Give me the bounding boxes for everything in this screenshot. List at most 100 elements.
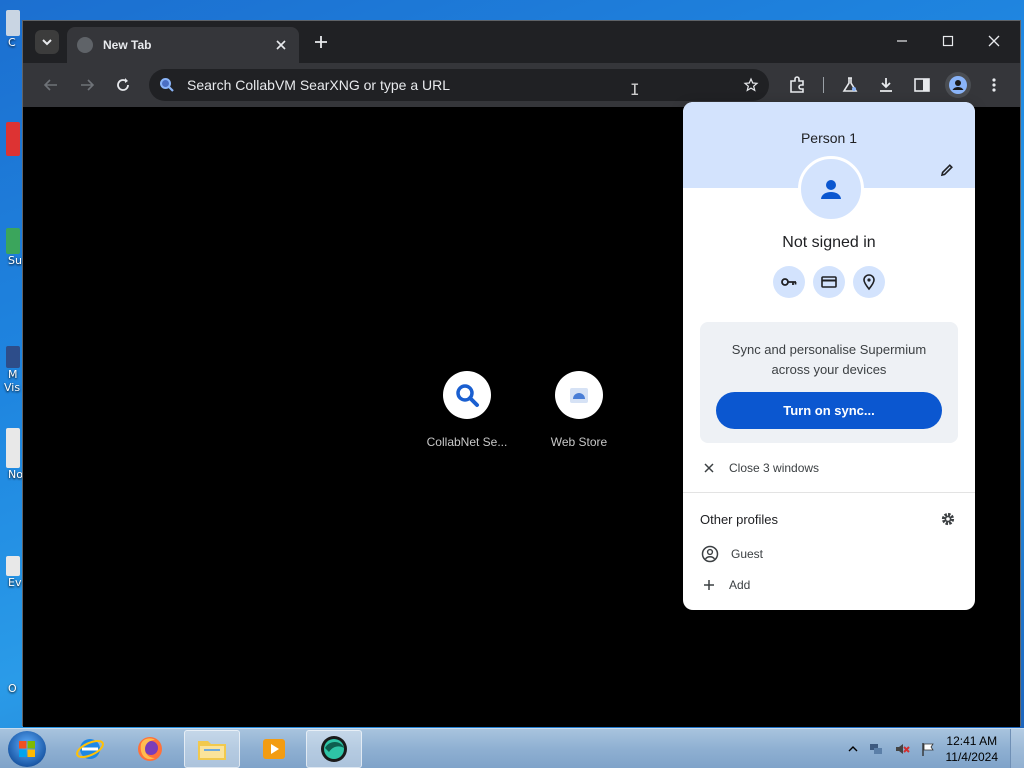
plus-icon [701, 577, 717, 593]
shortcut-label: Web Store [550, 435, 608, 449]
shortcut-label: CollabNet Se... [426, 435, 508, 449]
desktop-icon-5[interactable]: No [0, 428, 23, 481]
reload-icon [117, 78, 129, 91]
search-icon [160, 78, 174, 92]
close-icon [988, 35, 1000, 47]
arrow-right-icon [81, 79, 95, 91]
tab-new-tab[interactable]: New Tab [67, 27, 299, 63]
show-desktop-button[interactable] [1010, 729, 1024, 768]
search-icon [456, 384, 479, 407]
taskbar: 12:41 AM 11/4/2024 [0, 728, 1024, 768]
network-icon[interactable] [868, 741, 884, 757]
sync-promo-card: Sync and personalise Supermium across yo… [700, 322, 958, 443]
passwords-button[interactable] [773, 266, 805, 298]
desktop-label: M [8, 368, 18, 381]
new-tab-button[interactable] [311, 32, 331, 52]
side-panel-button[interactable] [910, 73, 934, 97]
other-profiles-title: Other profiles [700, 512, 779, 527]
plus-icon [315, 36, 327, 48]
downloads-button[interactable] [874, 73, 898, 97]
chevron-down-icon [42, 39, 52, 46]
maximize-button[interactable] [933, 29, 963, 53]
profile-menu: Person 1 Not signed in Sync and personal… [683, 102, 975, 610]
desktop-icon-2[interactable] [0, 122, 22, 156]
edit-profile-button[interactable] [937, 160, 957, 180]
desktop-label: C [8, 36, 16, 49]
desktop-label: Vis [4, 381, 21, 394]
labs-button[interactable] [838, 73, 862, 97]
app-icon [6, 122, 20, 156]
sign-in-status: Not signed in [782, 234, 876, 251]
sync-promo-text: Sync and personalise Supermium across yo… [731, 342, 927, 377]
chevron-up-icon[interactable] [848, 744, 858, 754]
taskbar-firefox[interactable] [122, 730, 178, 768]
address-input[interactable] [187, 77, 743, 93]
close-window-button[interactable] [979, 29, 1009, 53]
profile-avatar [798, 156, 864, 222]
tab-close-button[interactable] [273, 37, 289, 53]
add-label: Add [729, 578, 751, 592]
divider [683, 492, 975, 493]
action-center-flag-icon[interactable] [920, 741, 936, 757]
globe-icon [77, 37, 93, 53]
clock-date: 11/4/2024 [945, 750, 999, 764]
add-profile-row[interactable]: Add [701, 577, 750, 593]
text-cursor-icon: I [630, 80, 640, 99]
close-windows-row[interactable]: Close 3 windows [701, 460, 819, 476]
forward-button[interactable] [75, 73, 99, 97]
start-button[interactable] [8, 731, 46, 767]
app-icon [6, 228, 20, 254]
desktop-label: O [8, 682, 17, 695]
taskbar-media-player[interactable] [246, 730, 302, 768]
volume-muted-icon[interactable] [894, 741, 910, 757]
back-button[interactable] [39, 73, 63, 97]
arrow-left-icon [43, 79, 57, 91]
gear-icon [941, 512, 955, 526]
desktop-label: Ev [8, 576, 22, 589]
shortcut-icon-tile [555, 371, 603, 419]
turn-on-sync-button[interactable]: Turn on sync... [716, 392, 942, 429]
quick-actions [773, 266, 885, 298]
firefox-icon [138, 737, 162, 761]
omnibox[interactable] [149, 69, 769, 101]
avatar-icon [949, 76, 967, 94]
desktop-icon-1[interactable]: C [0, 10, 22, 49]
close-icon [276, 40, 286, 50]
tab-search-button[interactable] [35, 30, 59, 54]
profile-button[interactable] [945, 72, 971, 98]
taskbar-file-explorer[interactable] [184, 730, 240, 768]
more-vertical-icon [992, 78, 996, 92]
shortcut-web-store[interactable]: Web Store [523, 371, 635, 449]
clock[interactable]: 12:41 AM 11/4/2024 [946, 733, 999, 765]
desktop-icon-6[interactable]: Ev [0, 556, 22, 589]
minimize-button[interactable] [887, 29, 917, 53]
toolbar-separator [823, 77, 824, 93]
taskbar-supermium[interactable] [306, 730, 362, 768]
reload-button[interactable] [111, 73, 135, 97]
file-explorer-icon [198, 741, 226, 760]
desktop-icon-4[interactable]: M Vis [0, 346, 22, 394]
desktop-icon-7[interactable]: O [0, 682, 22, 695]
notepad-icon [6, 428, 20, 468]
menu-button[interactable] [982, 73, 1006, 97]
addresses-button[interactable] [853, 266, 885, 298]
close-icon [701, 460, 717, 476]
bookmark-star-icon[interactable] [743, 77, 759, 93]
extensions-button[interactable] [785, 73, 809, 97]
toolbar [23, 63, 1020, 107]
web-store-icon [570, 388, 588, 403]
guest-label: Guest [731, 547, 764, 561]
manage-profiles-button[interactable] [939, 510, 957, 528]
desktop-label: Su [8, 254, 22, 267]
pencil-icon [940, 164, 953, 177]
taskbar-internet-explorer[interactable] [62, 730, 118, 768]
person-icon [821, 180, 841, 199]
app-icon [6, 556, 20, 576]
shortcut-collabnet[interactable]: CollabNet Se... [411, 371, 523, 449]
desktop-icon-3[interactable]: Su [0, 228, 22, 267]
maximize-icon [942, 35, 954, 47]
payment-methods-button[interactable] [813, 266, 845, 298]
profile-name: Person 1 [800, 130, 858, 146]
guest-profile-row[interactable]: Guest [701, 545, 763, 563]
minimize-icon [897, 40, 907, 42]
